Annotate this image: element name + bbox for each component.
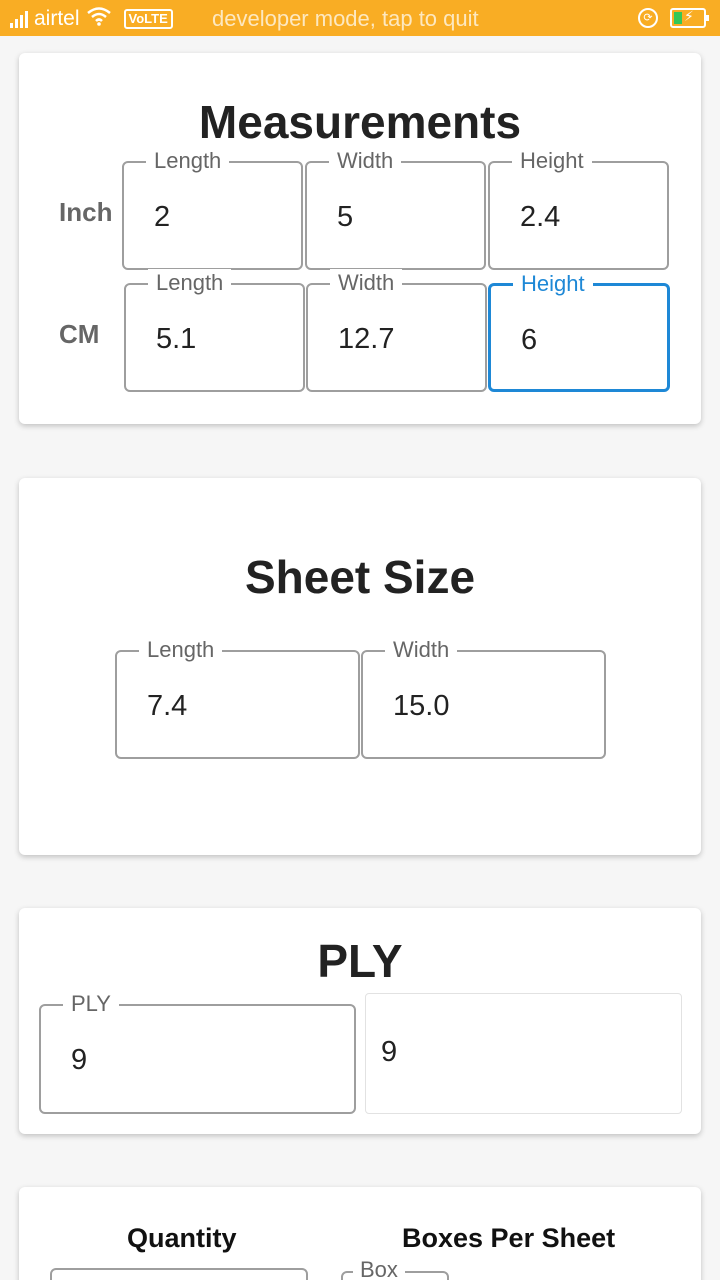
sheet-size-title: Sheet Size [244, 551, 476, 603]
ply-legend: PLY [63, 990, 119, 1018]
inch-width-value: 5 [337, 201, 354, 233]
measurements-title: Measurements [198, 96, 522, 148]
quantity-label: Quantity [127, 1223, 237, 1253]
cm-height-legend: Height [513, 270, 593, 298]
inch-length-field[interactable]: Length 2 [122, 147, 303, 270]
volte-badge: VoLTE [123, 9, 173, 29]
cm-row-label: CM [59, 319, 100, 349]
battery-charging-icon: ⚡ [670, 8, 709, 28]
box-legend: Box [353, 1256, 405, 1280]
ply-display-box: 9 [365, 993, 682, 1114]
sheet-width-value: 15.0 [393, 690, 450, 722]
ply-input-value: 9 [71, 1044, 88, 1076]
cm-width-field[interactable]: Width 12.7 [306, 269, 487, 392]
rotation-lock-icon: ⟳ [638, 8, 658, 28]
cm-length-value: 5.1 [156, 323, 197, 355]
sheet-width-legend: Width [385, 636, 458, 664]
carrier-name: airtel [34, 7, 80, 30]
inch-height-field[interactable]: Height 2.4 [488, 147, 669, 270]
wifi-icon [86, 6, 112, 32]
cm-height-value: 6 [521, 324, 538, 356]
cm-height-field[interactable]: Height 6 [488, 270, 670, 392]
ply-display-value: 9 [381, 1036, 398, 1068]
cm-length-legend: Length [148, 269, 232, 297]
sheet-width-field[interactable]: Width 15.0 [361, 636, 606, 759]
ply-card: PLY PLY 9 9 [19, 908, 701, 1134]
sheet-length-value: 7.4 [147, 690, 188, 722]
inch-width-legend: Width [329, 147, 402, 175]
cm-width-value: 12.7 [338, 323, 395, 355]
cm-length-field[interactable]: Length 5.1 [124, 269, 305, 392]
sheet-length-legend: Length [139, 636, 223, 664]
sheet-size-card: Sheet Size Length 7.4 Width 15.0 [19, 478, 701, 855]
inch-length-legend: Length [146, 147, 230, 175]
inch-width-field[interactable]: Width 5 [305, 147, 486, 270]
measurements-card: Measurements Inch Length 2 Width 5 Heigh… [19, 53, 701, 424]
inch-height-value: 2.4 [520, 201, 561, 233]
ply-input-field[interactable]: PLY 9 [39, 990, 356, 1114]
status-right: ⟳ ⚡ [638, 8, 709, 28]
inch-row-label: Inch [59, 197, 113, 227]
ply-title: PLY [317, 935, 403, 987]
boxes-per-sheet-label: Boxes Per Sheet [402, 1223, 616, 1253]
box-input-field[interactable]: Box [341, 1256, 449, 1280]
signal-icon [10, 10, 28, 28]
status-bar: airtel VoLTE developer mode, tap to quit… [0, 0, 720, 36]
inch-height-legend: Height [512, 147, 592, 175]
developer-mode-notice[interactable]: developer mode, tap to quit [212, 6, 479, 32]
quantity-input-field[interactable] [50, 1268, 308, 1280]
status-left: airtel VoLTE [10, 6, 173, 32]
sheet-length-field[interactable]: Length 7.4 [115, 636, 360, 759]
quantity-card: Quantity Boxes Per Sheet Box [19, 1187, 701, 1280]
cm-width-legend: Width [330, 269, 403, 297]
inch-length-value: 2 [154, 201, 171, 233]
